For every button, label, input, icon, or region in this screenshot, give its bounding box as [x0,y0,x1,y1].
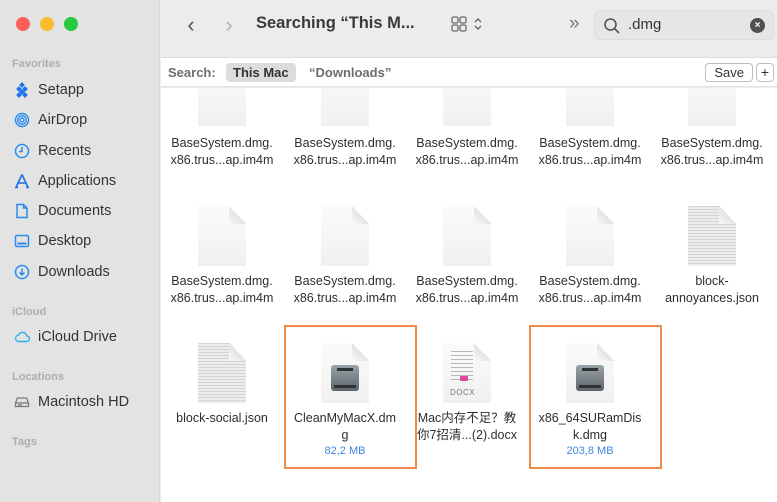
file-name: BaseSystem.dmg. x86.trus...ap.im4m [415,274,519,305]
blank-file-icon [321,88,369,128]
clock-icon [14,143,30,159]
sidebar-item-recents[interactable]: Recents [14,140,91,162]
file-name: BaseSystem.dmg. x86.trus...ap.im4m [170,274,274,305]
desktop-icon [14,233,30,249]
sidebar-section-icloud: iCloud [12,306,47,318]
sidebar-item-desktop[interactable]: Desktop [14,230,91,252]
add-criteria-button[interactable]: + [756,63,774,82]
more-toolbar-items-button[interactable]: » [569,13,580,35]
window-controls [16,17,78,31]
file-item[interactable]: block-social.json [161,343,283,427]
file-name: BaseSystem.dmg. x86.trus...ap.im4m [538,274,642,305]
sidebar-item-airdrop[interactable]: AirDrop [14,109,87,131]
file-item[interactable]: BaseSystem.dmg. x86.trus...ap.im4m [529,88,651,169]
window-title: Searching “This M... [256,14,415,32]
blank-file-icon [198,206,246,266]
file-item[interactable]: BaseSystem.dmg. x86.trus...ap.im4m [529,206,651,307]
file-grid: BaseSystem.dmg. x86.trus...ap.im4m BaseSys… [161,88,777,502]
blank-file-icon [443,206,491,266]
file-item[interactable]: BaseSystem.dmg. x86.trus...ap.im4m [406,206,528,307]
view-mode-selector[interactable] [451,16,483,32]
toolbar: ‹ › Searching “This M... » .dmg × [161,0,777,52]
sidebar-item-label: Recents [38,143,92,159]
highlight-box [529,325,662,469]
search-field[interactable]: .dmg × [594,10,774,40]
zoom-button[interactable] [64,17,78,31]
sidebar-item-macintosh-hd[interactable]: Macintosh HD [14,391,129,413]
word-document-icon: DOCX [443,343,491,403]
file-item[interactable]: BaseSystem.dmg. x86.trus...ap.im4m [161,206,283,307]
file-item[interactable]: BaseSystem.dmg. x86.trus...ap.im4m [284,88,406,169]
file-name: block-annoyances.json [665,274,759,305]
search-scope-bar: Search: This Mac “Downloads” Save + [161,57,777,87]
setapp-icon [14,82,30,98]
blank-file-icon [688,88,736,128]
sidebar-section-locations: Locations [12,371,64,383]
file-name: Mac内存不足？教 你7招清...(2).docx [416,411,518,442]
cloud-icon [14,329,30,345]
back-button[interactable]: ‹ [181,12,201,38]
sidebar-item-icloud-drive[interactable]: iCloud Drive [14,326,117,348]
scope-label: Search: [168,65,216,80]
blank-file-icon [321,206,369,266]
sidebar-item-setapp[interactable]: Setapp [14,79,84,101]
grid-view-icon [451,16,467,32]
download-icon [14,264,30,280]
sidebar: Favorites Setapp AirDrop Recents Applica… [0,0,160,502]
blank-file-icon [566,206,614,266]
minimize-button[interactable] [40,17,54,31]
save-search-button[interactable]: Save [705,63,753,82]
sidebar-item-label: iCloud Drive [38,329,117,345]
sidebar-item-documents[interactable]: Documents [14,200,111,222]
airdrop-icon [14,112,30,128]
chevron-up-down-icon [474,18,482,30]
file-name: BaseSystem.dmg. x86.trus...ap.im4m [415,136,519,167]
file-name: BaseSystem.dmg. x86.trus...ap.im4m [170,136,274,167]
applications-icon [14,173,30,189]
file-name: block-social.json [176,411,268,425]
text-file-icon [688,206,736,266]
sidebar-item-label: Macintosh HD [38,394,130,410]
text-file-icon [198,343,246,403]
forward-button[interactable]: › [219,12,239,38]
file-item[interactable]: BaseSystem.dmg. x86.trus...ap.im4m [161,88,283,169]
sidebar-section-tags: Tags [12,436,37,448]
sidebar-item-label: Downloads [38,264,110,280]
sidebar-item-label: AirDrop [38,112,88,128]
highlight-box [284,325,417,469]
file-name: BaseSystem.dmg. x86.trus...ap.im4m [538,136,642,167]
file-item[interactable]: BaseSystem.dmg. x86.trus...ap.im4m [406,88,528,169]
sidebar-item-label: Setapp [38,82,84,98]
file-item[interactable]: BaseSystem.dmg. x86.trus...ap.im4m [651,88,773,169]
clear-search-button[interactable]: × [750,18,765,33]
sidebar-item-label: Desktop [38,233,92,249]
file-name: BaseSystem.dmg. x86.trus...ap.im4m [660,136,764,167]
scope-this-mac[interactable]: This Mac [226,63,296,82]
hard-drive-icon [14,394,30,410]
file-item[interactable]: BaseSystem.dmg. x86.trus...ap.im4m [284,206,406,307]
file-name: BaseSystem.dmg. x86.trus...ap.im4m [293,136,397,167]
sidebar-item-downloads[interactable]: Downloads [14,261,110,283]
file-name: BaseSystem.dmg. x86.trus...ap.im4m [293,274,397,305]
sidebar-item-label: Documents [38,203,112,219]
file-item[interactable]: block-annoyances.json [651,206,773,307]
search-input[interactable]: .dmg [628,16,661,33]
blank-file-icon [198,88,246,128]
scope-downloads[interactable]: “Downloads” [309,65,391,80]
close-button[interactable] [16,17,30,31]
sidebar-section-favorites: Favorites [12,58,61,70]
sidebar-item-label: Applications [38,173,117,189]
document-icon [14,203,30,219]
blank-file-icon [566,88,614,128]
search-icon [604,18,620,34]
sidebar-item-applications[interactable]: Applications [14,170,116,192]
blank-file-icon [443,88,491,128]
file-item[interactable]: DOCX Mac内存不足？教 你7招清...(2).docx [406,343,528,444]
